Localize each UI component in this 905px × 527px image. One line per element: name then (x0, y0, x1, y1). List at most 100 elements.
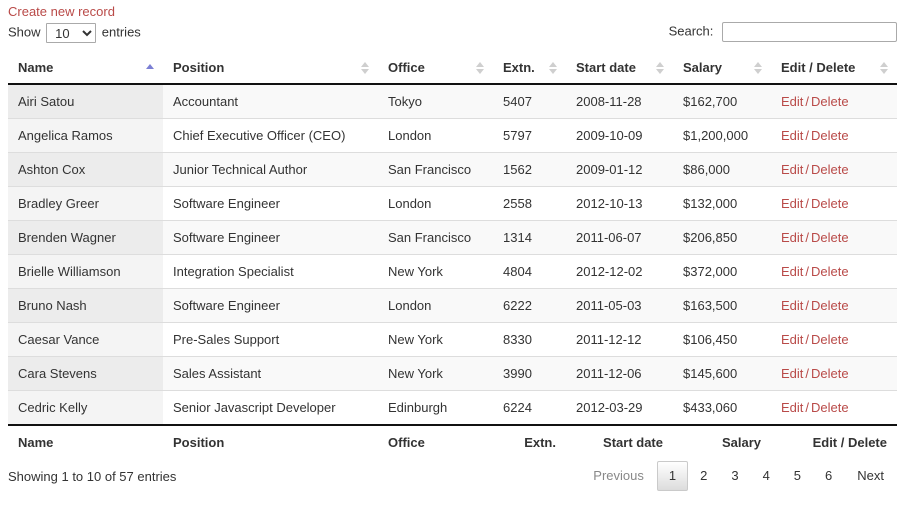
footer-column-position: Position (163, 424, 378, 459)
cell-salary: $132,000 (673, 186, 771, 221)
column-header-name[interactable]: Name (8, 52, 163, 85)
length-menu-prefix: Show (8, 24, 41, 40)
column-header-extn[interactable]: Extn. (493, 52, 566, 85)
cell-position: Senior Javascript Developer (163, 390, 378, 425)
table-row: Airi Satou Accountant Tokyo 5407 2008-11-28 $… (8, 84, 897, 119)
delete-link[interactable]: Delete (811, 196, 849, 211)
cell-edit-delete: Edit / Delete (771, 390, 897, 425)
pagination-page-2[interactable]: 2 (688, 461, 719, 491)
delete-link[interactable]: Delete (811, 264, 849, 279)
cell-start-date: 2011-06-07 (566, 220, 673, 255)
datatable-page: Create new record Show 10 25 50 100 entr… (0, 0, 905, 527)
cell-name: Bradley Greer (8, 186, 163, 221)
header-row: Name Position Office Extn. Start date Sa… (8, 52, 897, 85)
edit-delete-separator: / (805, 196, 810, 211)
cell-office: London (378, 118, 493, 153)
column-header-position[interactable]: Position (163, 52, 378, 85)
cell-position: Sales Assistant (163, 356, 378, 391)
cell-salary: $163,500 (673, 288, 771, 323)
cell-salary: $162,700 (673, 84, 771, 119)
cell-start-date: 2008-11-28 (566, 84, 673, 119)
edit-link[interactable]: Edit (781, 332, 803, 347)
table-row: Bruno Nash Software Engineer London 6222 201… (8, 288, 897, 323)
length-menu: Show 10 25 50 100 entries (8, 23, 141, 43)
length-menu-suffix: entries (101, 24, 141, 40)
delete-link[interactable]: Delete (811, 400, 849, 415)
cell-name: Brielle Williamson (8, 254, 163, 289)
cell-name: Cedric Kelly (8, 390, 163, 425)
edit-link[interactable]: Edit (781, 400, 803, 415)
edit-link[interactable]: Edit (781, 366, 803, 381)
cell-extn: 2558 (493, 186, 566, 221)
cell-salary: $86,000 (673, 152, 771, 187)
delete-link[interactable]: Delete (811, 332, 849, 347)
search-label: Search: (668, 23, 714, 39)
employees-table: Name Position Office Extn. Start date Sa… (8, 52, 897, 459)
pagination-page-4[interactable]: 4 (751, 461, 782, 491)
entries-per-page-select[interactable]: 10 25 50 100 (46, 23, 97, 43)
edit-link[interactable]: Edit (781, 196, 803, 211)
cell-name: Bruno Nash (8, 288, 163, 323)
footer-column-start-date: Start date (566, 424, 673, 459)
column-header-edit-delete[interactable]: Edit / Delete (771, 52, 897, 85)
delete-link[interactable]: Delete (811, 162, 849, 177)
cell-name: Angelica Ramos (8, 118, 163, 153)
cell-edit-delete: Edit / Delete (771, 254, 897, 289)
pagination-next[interactable]: Next (844, 461, 897, 491)
column-header-office[interactable]: Office (378, 52, 493, 85)
table-row: Ashton Cox Junior Technical Author San Fra… (8, 152, 897, 187)
edit-link[interactable]: Edit (781, 128, 803, 143)
cell-office: London (378, 288, 493, 323)
cell-name: Cara Stevens (8, 356, 163, 391)
cell-start-date: 2009-10-09 (566, 118, 673, 153)
delete-link[interactable]: Delete (811, 230, 849, 245)
pagination-page-6[interactable]: 6 (813, 461, 844, 491)
cell-name: Brenden Wagner (8, 220, 163, 255)
cell-edit-delete: Edit / Delete (771, 186, 897, 221)
cell-name: Airi Satou (8, 84, 163, 119)
cell-position: Software Engineer (163, 220, 378, 255)
pagination: Previous 1 2 3 4 5 6 Next (580, 461, 897, 491)
column-header-salary[interactable]: Salary (673, 52, 771, 85)
cell-salary: $106,450 (673, 322, 771, 357)
pagination-page-5[interactable]: 5 (782, 461, 813, 491)
cell-position: Accountant (163, 84, 378, 119)
edit-link[interactable]: Edit (781, 264, 803, 279)
pagination-previous[interactable]: Previous (580, 461, 657, 491)
delete-link[interactable]: Delete (811, 128, 849, 143)
cell-extn: 6222 (493, 288, 566, 323)
search-input[interactable] (722, 22, 897, 42)
cell-salary: $206,850 (673, 220, 771, 255)
edit-delete-separator: / (805, 366, 810, 381)
cell-office: Edinburgh (378, 390, 493, 425)
cell-position: Software Engineer (163, 288, 378, 323)
cell-extn: 4804 (493, 254, 566, 289)
edit-delete-separator: / (805, 298, 810, 313)
pagination-page-1[interactable]: 1 (656, 461, 689, 491)
table-controls: Show 10 25 50 100 entries Search: (8, 20, 897, 48)
column-header-start-date[interactable]: Start date (566, 52, 673, 85)
footer-column-extn: Extn. (493, 424, 566, 459)
delete-link[interactable]: Delete (811, 366, 849, 381)
pagination-page-3[interactable]: 3 (719, 461, 750, 491)
edit-link[interactable]: Edit (781, 298, 803, 313)
edit-link[interactable]: Edit (781, 162, 803, 177)
cell-edit-delete: Edit / Delete (771, 356, 897, 391)
table-body: Airi Satou Accountant Tokyo 5407 2008-11-28 $… (8, 84, 897, 425)
edit-link[interactable]: Edit (781, 230, 803, 245)
table-row: Caesar Vance Pre-Sales Support New York 833… (8, 322, 897, 357)
column-header-extn-label: Extn. (503, 60, 535, 75)
column-header-position-label: Position (173, 60, 225, 75)
delete-link[interactable]: Delete (811, 298, 849, 313)
edit-link[interactable]: Edit (781, 94, 803, 109)
create-new-record-link[interactable]: Create new record (8, 0, 115, 20)
cell-name: Caesar Vance (8, 322, 163, 357)
sort-both-icon (361, 61, 370, 75)
sort-both-icon (476, 61, 485, 75)
cell-extn: 3990 (493, 356, 566, 391)
delete-link[interactable]: Delete (811, 94, 849, 109)
table-bottom-bar: Showing 1 to 10 of 57 entries Previous 1 2… (8, 461, 897, 495)
cell-edit-delete: Edit / Delete (771, 322, 897, 357)
cell-salary: $1,200,000 (673, 118, 771, 153)
cell-extn: 5797 (493, 118, 566, 153)
